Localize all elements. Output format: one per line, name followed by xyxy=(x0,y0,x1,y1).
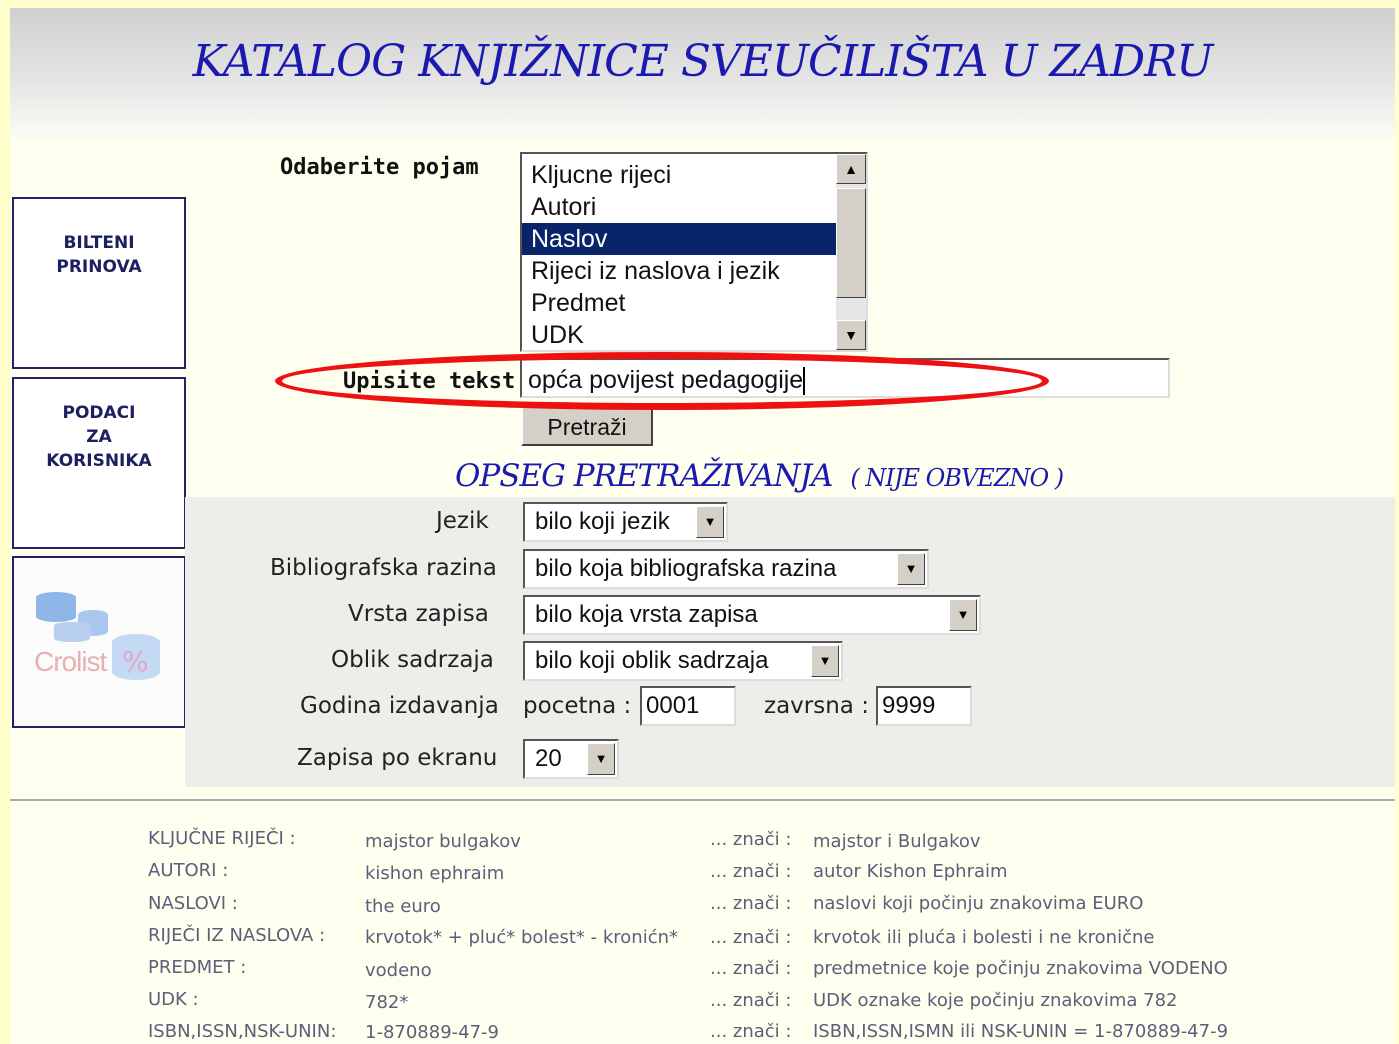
option-udk[interactable]: UDK xyxy=(522,319,843,350)
scope-note: ( NIJE OBVEZNO ) xyxy=(850,464,1064,492)
scroll-thumb[interactable] xyxy=(836,188,866,298)
help-means: ... znači : xyxy=(710,861,792,882)
help-meaning: majstor i Bulgakov xyxy=(813,831,981,852)
scope-heading-text: OPSEG PRETRAŽIVANJA xyxy=(455,458,833,494)
help-meaning: autor Kishon Ephraim xyxy=(813,861,1008,882)
scope-heading: OPSEG PRETRAŽIVANJA ( NIJE OBVEZNO ) xyxy=(455,458,1064,494)
content-form-label: Oblik sadrzaja xyxy=(331,647,494,673)
left-border xyxy=(0,0,10,1044)
search-field-listbox[interactable]: Kljucne rijeci Autori Naslov Rijeci iz n… xyxy=(520,152,868,352)
crolist-percent-glyph: % xyxy=(122,645,149,678)
bilteni-label-line1: BILTENI xyxy=(63,233,135,253)
help-means: ... znači : xyxy=(710,990,792,1011)
help-example: majstor bulgakov xyxy=(365,831,521,852)
right-border xyxy=(1395,0,1399,1044)
chevron-down-icon[interactable]: ▼ xyxy=(587,743,615,775)
help-means: ... znači : xyxy=(710,958,792,979)
help-meaning: UDK oznake koje počinju znakovima 782 xyxy=(813,990,1178,1011)
language-select[interactable]: bilo koji jezik ▼ xyxy=(523,502,728,542)
help-field: UDK : xyxy=(148,989,199,1010)
podaci-label-line3: KORISNIKA xyxy=(46,451,152,471)
header-banner: KATALOG KNJIŽNICE SVEUČILIŠTA U ZADRU xyxy=(10,8,1395,138)
scroll-up-icon[interactable]: ▲ xyxy=(836,154,866,184)
crolist-logo-text: Crolist xyxy=(34,646,107,677)
help-means: ... znači : xyxy=(710,893,792,914)
chevron-down-icon[interactable]: ▼ xyxy=(897,553,925,585)
option-predmet[interactable]: Predmet xyxy=(522,287,843,319)
chevron-down-icon[interactable]: ▼ xyxy=(811,645,839,677)
text-caret xyxy=(803,367,806,396)
chevron-down-icon[interactable]: ▼ xyxy=(949,599,977,631)
option-rijeci-iz-naslova[interactable]: Rijeci iz naslova i jezik xyxy=(522,255,843,287)
podaci-label-line2: ZA xyxy=(86,427,112,447)
help-example: kishon ephraim xyxy=(365,863,505,884)
help-means: ... znači : xyxy=(710,829,792,850)
scroll-down-icon[interactable]: ▼ xyxy=(836,320,866,350)
bilteni-label-line2: PRINOVA xyxy=(56,257,142,277)
content-form-select[interactable]: bilo koji oblik sadrzaja ▼ xyxy=(523,641,843,681)
per-page-select[interactable]: 20 ▼ xyxy=(523,739,619,779)
option-kljucne-rijeci[interactable]: Kljucne rijeci xyxy=(522,159,843,191)
help-example: krvotok* + pluć* bolest* - kronićn* xyxy=(365,927,679,948)
crolist-cylinder-icon xyxy=(54,622,90,642)
top-border xyxy=(0,0,1399,8)
choose-term-label: Odaberite pojam xyxy=(280,155,479,180)
search-button[interactable]: Pretraži xyxy=(521,406,653,446)
option-autori[interactable]: Autori xyxy=(522,191,843,223)
content-form-value: bilo koji oblik sadrzaja xyxy=(535,647,769,674)
bib-level-select[interactable]: bilo koja bibliografska razina ▼ xyxy=(523,549,929,589)
bilteni-prinova-link[interactable]: BILTENI PRINOVA xyxy=(12,197,186,369)
bib-level-label: Bibliografska razina xyxy=(270,555,497,581)
help-meaning: ISBN,ISSN,ISMN ili NSK-UNIN = 1-870889-4… xyxy=(813,1021,1229,1042)
help-example: 782* xyxy=(365,992,409,1013)
help-meaning: predmetnice koje počinju znakovima VODEN… xyxy=(813,958,1228,979)
chevron-down-icon[interactable]: ▼ xyxy=(696,506,724,538)
search-text-input[interactable]: opća povijest pedagogije xyxy=(520,358,1170,398)
help-example: the euro xyxy=(365,896,441,917)
help-field: PREDMET : xyxy=(148,957,247,978)
record-type-label: Vrsta zapisa xyxy=(348,601,489,627)
per-page-label: Zapisa po ekranu xyxy=(297,745,498,771)
year-start-label: pocetna : xyxy=(523,693,632,719)
crolist-cylinder-icon xyxy=(36,592,76,622)
help-example: vodeno xyxy=(365,960,432,981)
year-start-input[interactable]: 0001 xyxy=(640,686,736,726)
language-label: Jezik xyxy=(436,508,489,534)
listbox-scrollbar[interactable]: ▲ ▼ xyxy=(836,154,866,350)
help-example: 1-870889-47-9 xyxy=(365,1022,500,1043)
language-value: bilo koji jezik xyxy=(535,508,670,535)
page-title: KATALOG KNJIŽNICE SVEUČILIŠTA U ZADRU xyxy=(192,36,1214,87)
help-field: NASLOVI : xyxy=(148,893,238,914)
help-meaning: naslovi koji počinju znakovima EURO xyxy=(813,893,1144,914)
help-field: ISBN,ISSN,NSK-UNIN: xyxy=(148,1021,337,1042)
per-page-value: 20 xyxy=(535,745,562,772)
enter-text-label: Upisite tekst xyxy=(343,369,516,394)
crolist-logo-link[interactable]: Crolist % xyxy=(12,556,186,728)
divider xyxy=(10,799,1395,801)
year-label: Godina izdavanja xyxy=(300,693,499,719)
help-field: AUTORI : xyxy=(148,860,229,881)
record-type-select[interactable]: bilo koja vrsta zapisa ▼ xyxy=(523,595,981,635)
bib-level-value: bilo koja bibliografska razina xyxy=(535,555,837,582)
search-text-value: opća povijest pedagogije xyxy=(528,366,804,394)
help-field: KLJUČNE RIJEČI : xyxy=(148,828,296,849)
podaci-label-line1: PODACI xyxy=(62,403,136,423)
help-meaning: krvotok ili pluća i bolesti i ne kroničn… xyxy=(813,927,1155,948)
help-means: ... znači : xyxy=(710,1021,792,1042)
option-naslov[interactable]: Naslov xyxy=(522,223,843,255)
help-means: ... znači : xyxy=(710,927,792,948)
year-end-label: zavrsna : xyxy=(764,693,869,719)
podaci-za-korisnika-link[interactable]: PODACI ZA KORISNIKA xyxy=(12,377,186,549)
year-end-input[interactable]: 9999 xyxy=(876,686,972,726)
record-type-value: bilo koja vrsta zapisa xyxy=(535,601,758,628)
help-field: RIJEČI IZ NASLOVA : xyxy=(148,925,326,946)
